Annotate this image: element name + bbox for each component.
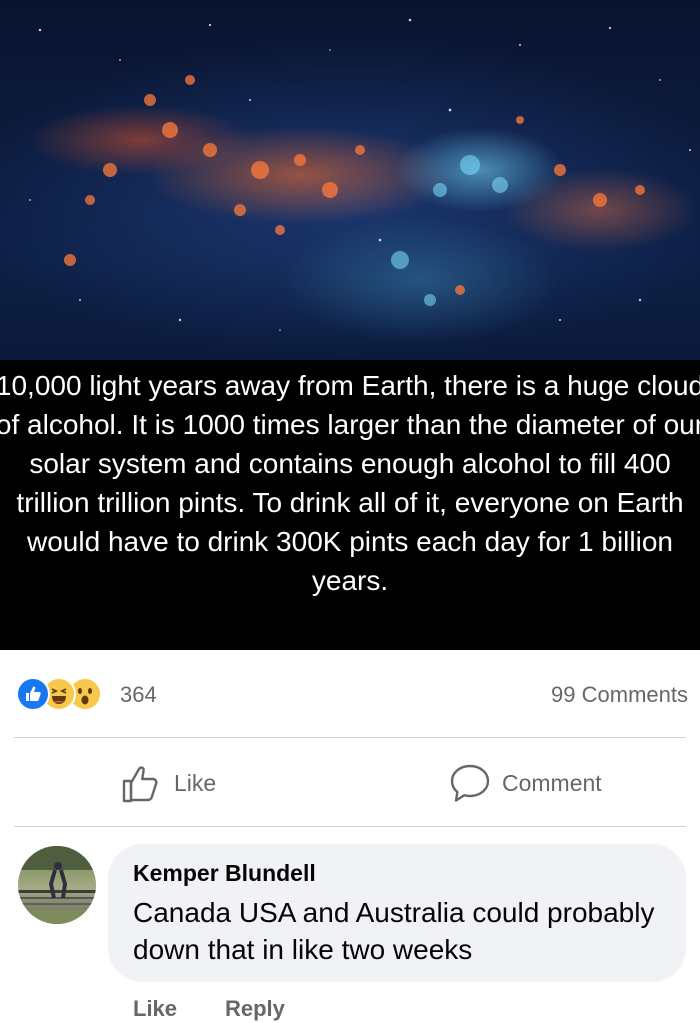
comment-like-button[interactable]: Like — [133, 996, 177, 1022]
nebula-graphic — [29, 18, 691, 331]
divider — [14, 737, 686, 738]
post-image[interactable]: 10,000 light years away from Earth, ther… — [0, 0, 700, 650]
like-button-label: Like — [174, 769, 217, 796]
like-reaction-icon — [16, 677, 50, 711]
reactions-summary[interactable]: 364 99 Comments — [0, 664, 700, 724]
comment-icon — [448, 761, 492, 805]
like-button[interactable]: Like — [120, 752, 216, 814]
comment-author-name[interactable]: Kemper Blundell — [133, 860, 316, 887]
thumbs-up-icon — [120, 761, 164, 805]
avatar-photo — [18, 846, 96, 924]
divider — [14, 826, 686, 827]
comment-reply-button[interactable]: Reply — [225, 996, 285, 1022]
comment-button-label: Comment — [502, 769, 602, 796]
avatar[interactable] — [18, 846, 96, 924]
reaction-count[interactable]: 364 — [120, 682, 157, 708]
comment-text: Canada USA and Australia could probably … — [133, 897, 655, 965]
image-caption: 10,000 light years away from Earth, ther… — [0, 370, 700, 596]
comment-button[interactable]: Comment — [448, 752, 602, 814]
comments-count-link[interactable]: 99 Comments — [551, 682, 688, 708]
reaction-icons[interactable] — [16, 677, 116, 711]
